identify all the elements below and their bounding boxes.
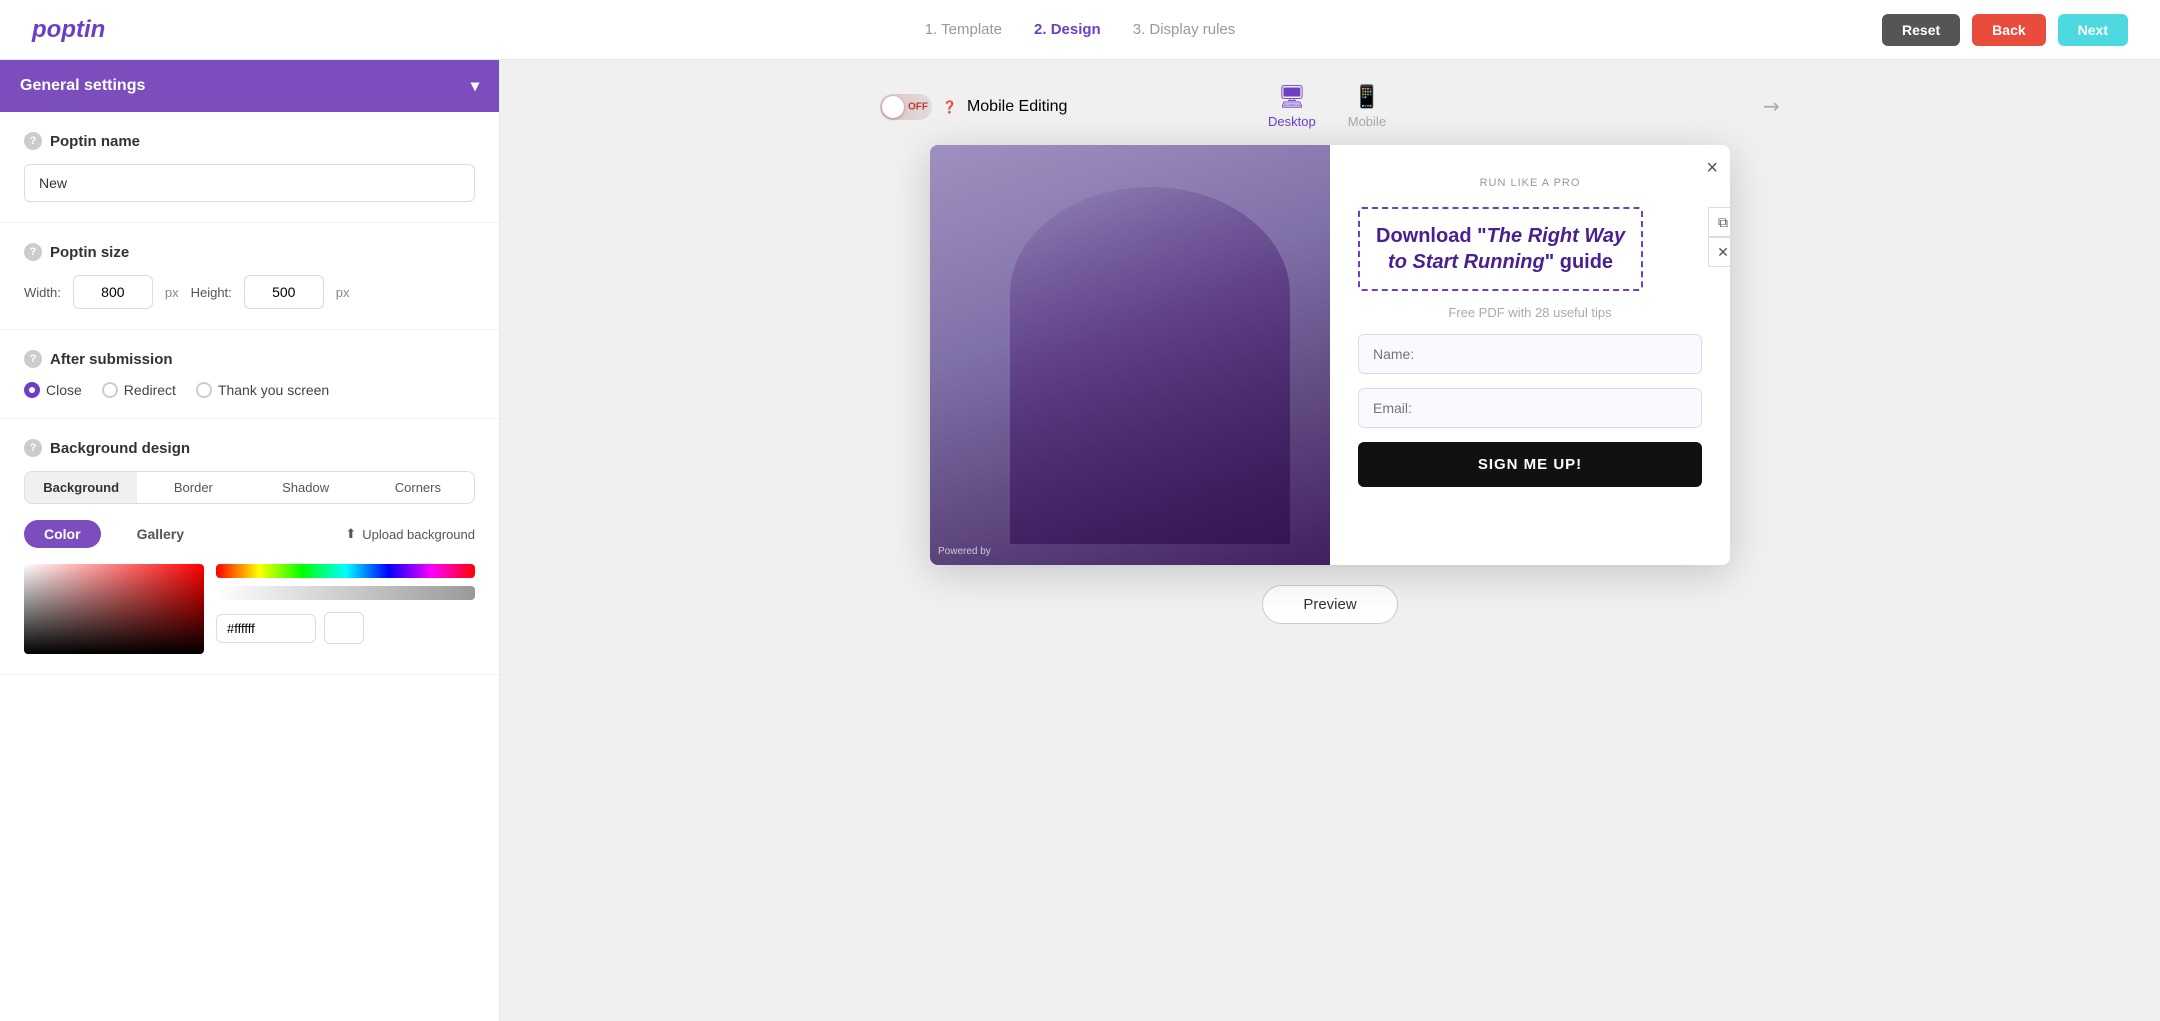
width-input[interactable]	[73, 275, 153, 309]
poptin-name-section: ? Poptin name	[0, 112, 499, 223]
app-logo: poptin	[32, 16, 105, 44]
width-px-label: px	[165, 285, 179, 300]
help-icon-bg[interactable]: ?	[24, 439, 42, 457]
next-button[interactable]: Next	[2058, 14, 2128, 46]
reset-button[interactable]: Reset	[1882, 14, 1960, 46]
preview-toolbar: OFF ❓ Mobile Editing 🖥 Desktop 📱 Mobile …	[880, 84, 1780, 129]
height-input[interactable]	[244, 275, 324, 309]
header-buttons: Reset Back Next	[1882, 14, 2128, 46]
hex-row	[216, 612, 475, 644]
step-design[interactable]: 2. Design	[1034, 21, 1101, 38]
poptin-size-section: ? Poptin size Width: px Height: px	[0, 223, 499, 330]
popup-close-button[interactable]: ×	[1706, 157, 1718, 180]
mobile-editing-label: Mobile Editing	[967, 98, 1068, 116]
popup-title-container: Download "The Right Wayto Start Running"…	[1358, 207, 1702, 291]
help-icon-size[interactable]: ?	[24, 243, 42, 261]
color-swatch[interactable]	[324, 612, 364, 644]
hex-input[interactable]	[216, 614, 316, 643]
steps-nav: 1. Template 2. Design 3. Display rules	[925, 21, 1236, 38]
color-picker-controls	[216, 564, 475, 644]
app-header: poptin 1. Template 2. Design 3. Display …	[0, 0, 2160, 60]
popup-title-box[interactable]: Download "The Right Wayto Start Running"…	[1358, 207, 1643, 291]
help-icon-name[interactable]: ?	[24, 132, 42, 150]
gallery-toggle[interactable]: Gallery	[117, 520, 204, 548]
step-display[interactable]: 3. Display rules	[1133, 21, 1236, 38]
preview-area: OFF ❓ Mobile Editing 🖥 Desktop 📱 Mobile …	[500, 60, 2160, 1021]
color-gallery-row: Color Gallery ⬆ Upload background	[24, 520, 475, 548]
poptin-name-input[interactable]	[24, 164, 475, 202]
popup-preview: × Powered by RUN LIKE A PRO Download "Th…	[930, 145, 1730, 565]
poptin-size-label: ? Poptin size	[24, 243, 475, 261]
preview-button[interactable]: Preview	[1262, 585, 1397, 624]
mobile-editing-help-icon[interactable]: ❓	[942, 100, 957, 114]
general-settings-header[interactable]: General settings ▾	[0, 60, 499, 112]
mobile-editing-switch[interactable]: OFF	[880, 94, 932, 120]
submission-radio-group: Close Redirect Thank you screen	[24, 382, 475, 398]
poptin-name-label: ? Poptin name	[24, 132, 475, 150]
popup-content: RUN LIKE A PRO Download "The Right Wayto…	[1330, 145, 1730, 565]
background-design-section: ? Background design Background Border Sh…	[0, 419, 499, 675]
tab-shadow[interactable]: Shadow	[250, 472, 362, 503]
popup-title: Download "The Right Wayto Start Running"…	[1376, 223, 1625, 275]
tab-border[interactable]: Border	[137, 472, 249, 503]
chevron-down-icon: ▾	[471, 76, 479, 96]
radio-dot-thankyou	[196, 382, 212, 398]
radio-close[interactable]: Close	[24, 382, 82, 398]
height-px-label: px	[336, 285, 350, 300]
hue-bar[interactable]	[216, 564, 475, 578]
background-tabs: Background Border Shadow Corners	[24, 471, 475, 504]
copy-title-btn[interactable]: ⧉	[1708, 207, 1730, 237]
tab-corners[interactable]: Corners	[362, 472, 474, 503]
mobile-icon: 📱	[1353, 84, 1380, 110]
after-submission-label: ? After submission	[24, 350, 475, 368]
background-design-label: ? Background design	[24, 439, 475, 457]
help-icon-submission[interactable]: ?	[24, 350, 42, 368]
popup-cta-button[interactable]: SIGN ME UP!	[1358, 442, 1702, 487]
tab-background[interactable]: Background	[25, 472, 137, 503]
desktop-view-btn[interactable]: 🖥 Desktop	[1268, 84, 1316, 129]
back-button[interactable]: Back	[1972, 14, 2045, 46]
mobile-view-btn[interactable]: 📱 Mobile	[1348, 84, 1386, 129]
step-template[interactable]: 1. Template	[925, 21, 1002, 38]
color-toggle[interactable]: Color	[24, 520, 101, 548]
popup-title-actions: ⧉ ✕	[1708, 207, 1730, 267]
athlete-image	[930, 145, 1330, 565]
radio-thankyou[interactable]: Thank you screen	[196, 382, 329, 398]
radio-redirect[interactable]: Redirect	[102, 382, 176, 398]
color-gradient-picker[interactable]	[24, 564, 204, 654]
general-settings-label: General settings	[20, 77, 145, 95]
desktop-icon: 🖥	[1278, 84, 1306, 110]
radio-dot-redirect	[102, 382, 118, 398]
mobile-editing-toggle: OFF ❓ Mobile Editing	[880, 94, 1067, 120]
upload-icon: ⬆	[345, 526, 356, 542]
toggle-off-label: OFF	[908, 101, 928, 112]
main-layout: General settings ▾ ? Poptin name ? Popti…	[0, 60, 2160, 1021]
after-submission-section: ? After submission Close Redirect Thank …	[0, 330, 499, 419]
height-label: Height:	[191, 285, 232, 300]
opacity-bar[interactable]	[216, 586, 475, 600]
radio-dot-close	[24, 382, 40, 398]
popup-subtitle: RUN LIKE A PRO	[1358, 177, 1702, 189]
popup-name-input[interactable]	[1358, 334, 1702, 374]
delete-title-btn[interactable]: ✕	[1708, 237, 1730, 267]
left-panel: General settings ▾ ? Poptin name ? Popti…	[0, 60, 500, 1021]
upload-background-btn[interactable]: ⬆ Upload background	[345, 526, 475, 542]
toggle-knob	[882, 96, 904, 118]
color-picker	[24, 564, 475, 654]
width-label: Width:	[24, 285, 61, 300]
view-buttons: 🖥 Desktop 📱 Mobile	[1268, 84, 1386, 129]
size-row: Width: px Height: px	[24, 275, 475, 309]
popup-image-area: Powered by	[930, 145, 1330, 565]
powered-by: Powered by	[938, 546, 991, 557]
popup-email-input[interactable]	[1358, 388, 1702, 428]
popup-description: Free PDF with 28 useful tips	[1358, 305, 1702, 320]
expand-icon[interactable]: ↗	[1757, 92, 1787, 122]
preview-btn-row: Preview	[1262, 585, 1397, 624]
